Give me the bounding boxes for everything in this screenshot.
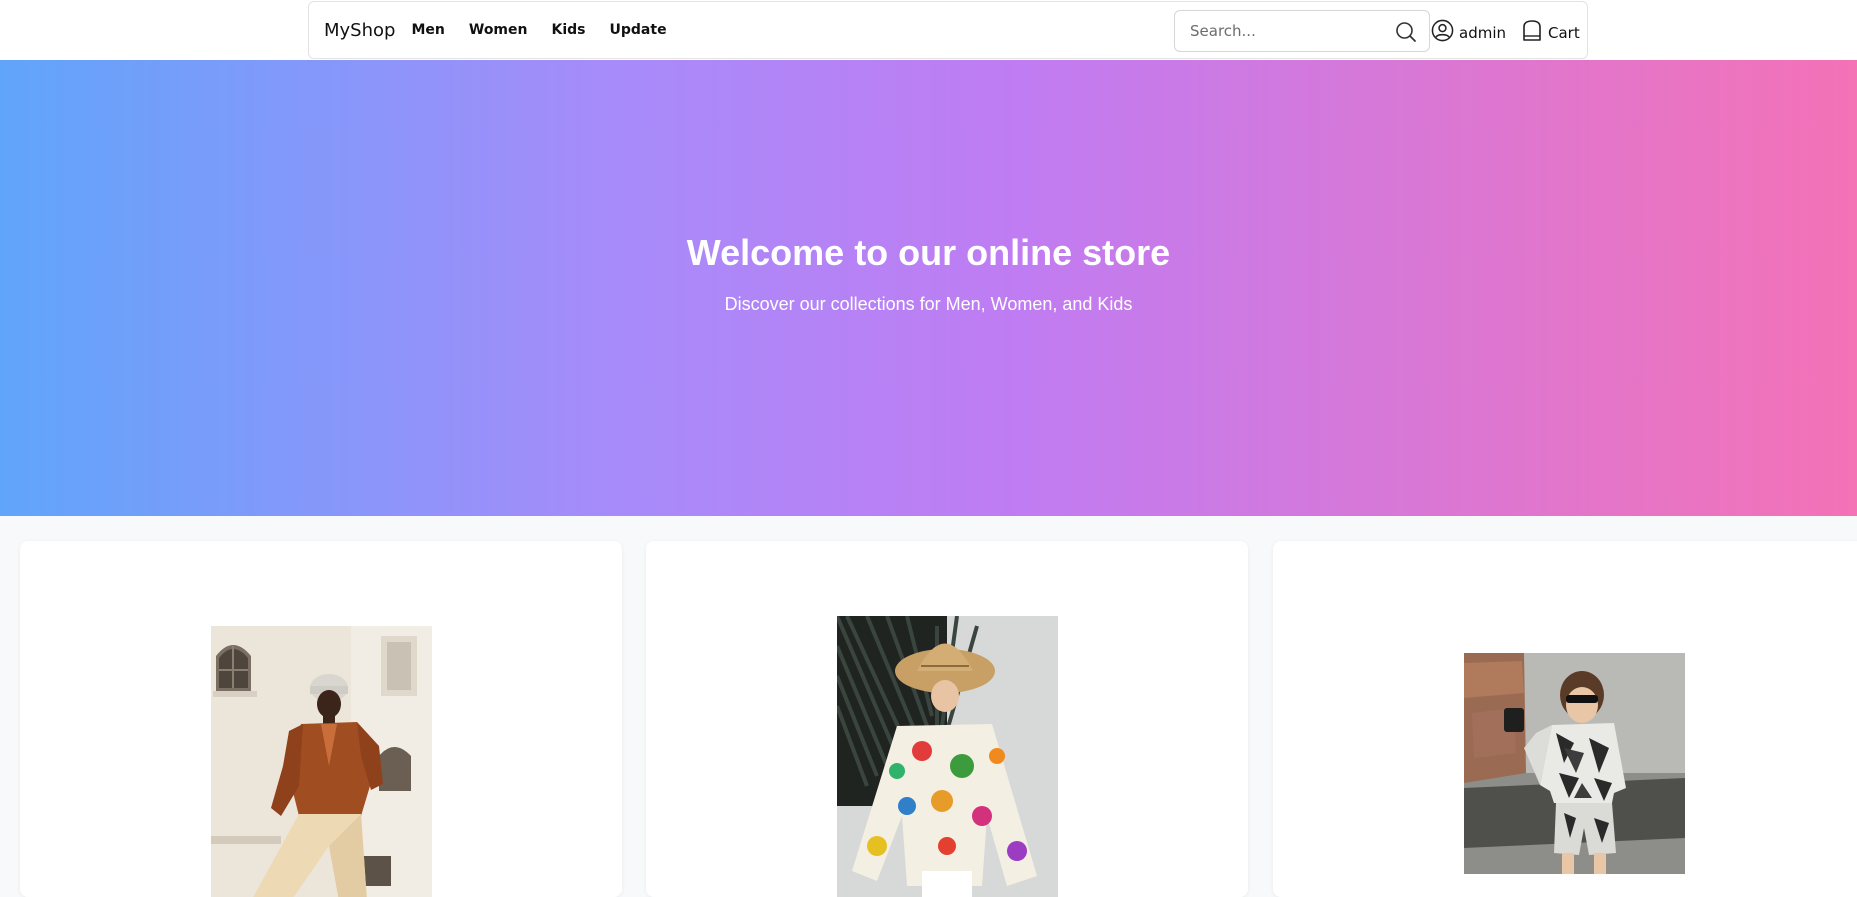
search-box	[1174, 10, 1430, 52]
cart-label: Cart	[1548, 24, 1580, 42]
category-card-men[interactable]	[20, 541, 622, 897]
hero-subtitle: Discover our collections for Men, Women,…	[724, 294, 1133, 314]
man-in-brown-jacket-photo[interactable]	[211, 626, 432, 897]
boy-in-patterned-shirt-photo[interactable]	[1464, 653, 1685, 874]
search-icon[interactable]	[1395, 21, 1417, 48]
top-bar: MyShop Men Women Kids Update Search... a…	[0, 0, 1857, 60]
user-menu[interactable]: admin	[1431, 19, 1506, 47]
user-label: admin	[1459, 24, 1506, 42]
navbar: MyShop Men Women Kids Update Search... a…	[308, 1, 1588, 59]
search-input[interactable]	[1190, 22, 1390, 40]
brand-logo[interactable]: MyShop	[324, 20, 395, 41]
category-card-kids[interactable]	[1273, 541, 1857, 897]
nav-link-women[interactable]: Women	[457, 22, 540, 38]
user-icon	[1431, 19, 1454, 47]
nav-link-men[interactable]: Men	[411, 22, 456, 38]
cart-button[interactable]: Cart	[1521, 19, 1580, 47]
nav-link-update[interactable]: Update	[598, 22, 679, 38]
woman-in-straw-hat-photo[interactable]	[837, 616, 1058, 897]
category-card-women[interactable]	[646, 541, 1248, 897]
cart-icon	[1521, 19, 1543, 47]
hero-banner: Welcome to our online store Discover our…	[0, 60, 1857, 516]
nav-link-kids[interactable]: Kids	[540, 22, 598, 38]
nav-links: Men Women Kids Update	[411, 22, 678, 38]
hero-title: Welcome to our online store	[686, 232, 1171, 273]
